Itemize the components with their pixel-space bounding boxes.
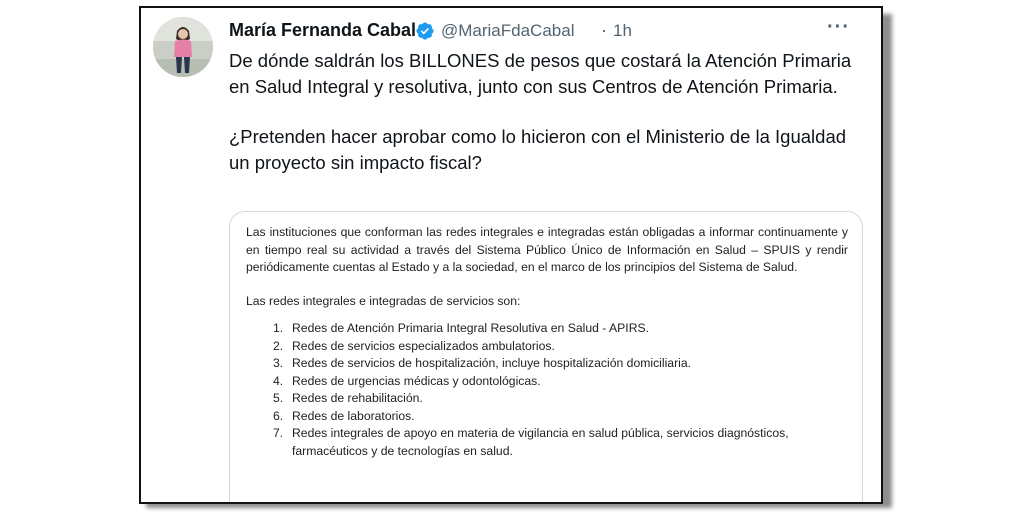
- list-number: 3.: [273, 356, 284, 370]
- tweet-paragraph: De dónde saldrán los BILLONES de pesos q…: [229, 50, 852, 97]
- list-number: 7.: [273, 426, 284, 440]
- document-screenshot: Las instituciones que conforman las rede…: [246, 224, 848, 460]
- author-name[interactable]: María Fernanda Cabal: [229, 20, 416, 41]
- separator-dot: ·: [601, 20, 607, 40]
- list-number: 1.: [273, 321, 284, 335]
- list-text: Redes de Atención Primaria Integral Reso…: [292, 321, 650, 335]
- list-item: 6. Redes de laboratorios.: [246, 408, 848, 426]
- list-item: 5. Redes de rehabilitación.: [246, 390, 848, 408]
- avatar[interactable]: [153, 17, 213, 77]
- list-text: Redes de rehabilitación.: [292, 391, 423, 405]
- list-number: 4.: [273, 373, 284, 388]
- list-number: 5.: [273, 391, 284, 405]
- author-handle[interactable]: @MariaFdaCabal: [441, 21, 574, 41]
- more-options-icon[interactable]: ···: [827, 16, 850, 39]
- tweet-header: María Fernanda Cabal @MariaFdaCabal · 1h…: [229, 16, 859, 46]
- list-item: 3. Redes de servicios de hospitalización,…: [246, 355, 848, 373]
- tweet-media-image[interactable]: Las instituciones que conforman las rede…: [229, 211, 863, 502]
- document-list: 1. Redes de Atención Primaria Integral Re…: [246, 320, 848, 460]
- avatar-photo: [153, 17, 213, 77]
- list-number: 2.: [273, 338, 284, 353]
- list-text: Redes integrales de apoyo en materia de …: [292, 426, 789, 458]
- list-number: 6.: [273, 408, 284, 423]
- document-paragraph: Las instituciones que conforman las rede…: [246, 225, 848, 274]
- list-item: 1. Redes de Atención Primaria Integral Re…: [246, 320, 848, 338]
- verified-badge-icon: [416, 22, 434, 40]
- tweet-text: De dónde saldrán los BILLONES de pesos q…: [229, 48, 869, 175]
- tweet-paragraph: ¿Pretenden hacer aprobar como lo hiciero…: [229, 126, 847, 173]
- list-text: Redes de servicios especializados ambula…: [292, 338, 555, 353]
- list-text: Redes de laboratorios.: [292, 408, 415, 423]
- list-text: Redes de servicios de hospitalización, i…: [292, 356, 692, 370]
- tweet-card[interactable]: María Fernanda Cabal @MariaFdaCabal · 1h…: [139, 6, 883, 504]
- list-item: 4. Redes de urgencias médicas y odontológ…: [246, 373, 848, 391]
- tweet-timestamp[interactable]: 1h: [613, 21, 632, 41]
- list-item: 2. Redes de servicios especializados ambu…: [246, 338, 848, 356]
- list-item: 7. Redes integrales de apoyo en materia d…: [246, 425, 848, 460]
- list-text: Redes de urgencias médicas y odontológic…: [292, 373, 541, 388]
- document-list-intro: Las redes integrales e integradas de ser…: [246, 293, 521, 308]
